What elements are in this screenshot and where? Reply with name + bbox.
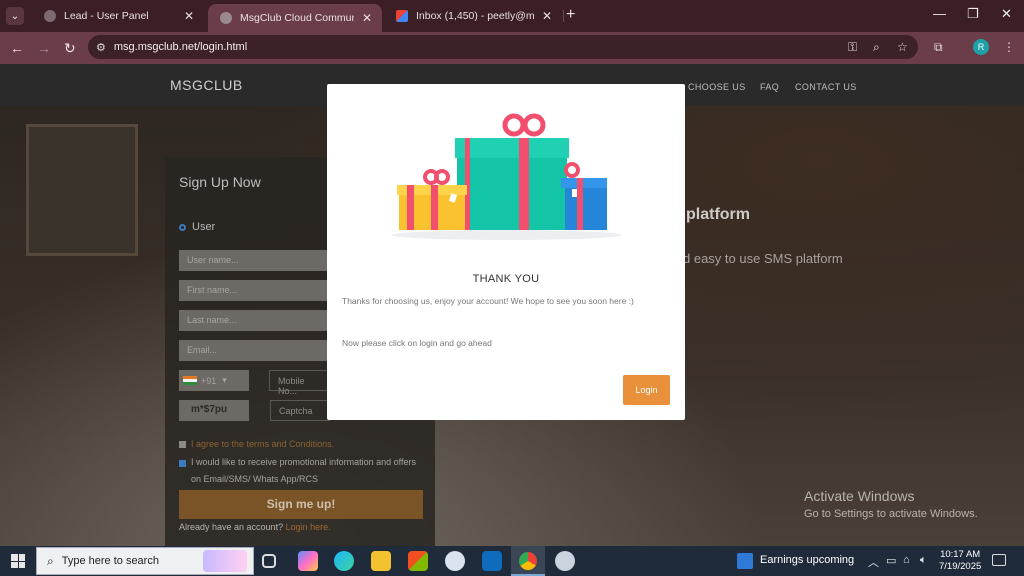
task-view-icon[interactable] [262,554,276,568]
nav-link-choose-us[interactable]: CHOOSE US [688,82,746,92]
tab-title: MsgClub Cloud Communicatio [240,12,354,24]
reload-icon[interactable]: ↻ [64,40,76,57]
microsoft-store-icon[interactable] [408,551,428,571]
tab-divider [563,10,564,22]
login-button[interactable]: Login [623,375,670,405]
clock-date: 7/19/2025 [939,561,982,572]
thank-you-modal: THANK YOU Thanks for choosing us, enjoy … [327,84,685,420]
app-icon[interactable] [445,551,465,571]
notification-icon[interactable] [992,554,1006,566]
close-tab-icon[interactable]: ✕ [362,11,372,25]
globe-icon [220,12,232,24]
search-highlight-image [203,550,247,572]
display-icon[interactable]: ▭ [886,554,896,567]
hero-subtitle: d easy to use SMS platform [683,251,843,266]
forward-icon[interactable]: → [37,40,51,56]
modal-title: THANK YOU [472,273,540,285]
windows-start-icon[interactable] [11,554,25,568]
outlook-icon[interactable] [482,551,502,571]
minimize-icon[interactable]: — [933,6,946,21]
hero-title: platform [686,206,750,223]
captcha-field[interactable]: Captcha [270,400,330,421]
modal-instruction-text: Now please click on login and go ahead [342,338,492,348]
mobile-field[interactable]: Mobile No... [269,370,329,396]
tab-title: Inbox (1,450) - peetly@msgclub [416,10,534,22]
volume-icon[interactable]: 🔈︎ [920,554,927,567]
nav-link-faq[interactable]: FAQ [760,82,779,92]
promo-checkbox[interactable] [179,460,186,467]
taskbar-search-box[interactable]: ⌕ Type here to search [36,547,254,575]
back-icon[interactable]: ← [10,40,24,56]
nav-link-contact-us[interactable]: CONTACT US [795,82,857,92]
login-prompt-text: Already have an account? [179,522,284,532]
profile-initial: R [977,42,985,52]
globe-icon [44,10,56,22]
copilot-icon[interactable] [298,551,318,571]
tab-msgclub[interactable]: MsgClub Cloud Communicatio ✕ [208,4,382,32]
menu-kebab-icon[interactable]: ⋮ [1003,40,1015,54]
chrome-taskbar-button[interactable] [511,546,545,576]
profile-avatar[interactable]: R [973,39,989,55]
user-radio[interactable] [179,224,186,231]
gmail-icon [396,10,408,22]
tray-chevron-icon[interactable]: ︿ [868,554,879,570]
url-text: msg.msgclub.net/login.html [113,41,248,53]
watermark-line2: Go to Settings to activate Windows. [804,508,978,520]
app-icon[interactable] [555,551,575,571]
site-brand-logo[interactable]: MSGCLUB [170,77,243,93]
edge-icon[interactable] [334,551,354,571]
tab-lead-user-panel[interactable]: Lead - User Panel ✕ [32,4,204,28]
activate-windows-watermark: Activate Windows Go to Settings to activ… [804,488,978,520]
login-prompt: Already have an account? Login here. [179,522,331,532]
close-tab-icon[interactable]: ✕ [184,9,194,23]
taskbar-clock[interactable]: 10:17 AM 7/19/2025 [939,549,981,573]
news-chart-icon[interactable] [737,553,753,569]
password-key-icon[interactable]: ⚿ [848,40,857,55]
login-here-link[interactable]: Login here. [286,522,331,532]
clock-time: 10:17 AM [940,549,981,560]
dropdown-caret-icon: ▾ [222,375,227,385]
tab-search-chevron-icon[interactable]: ⌄ [6,7,24,25]
wall-frame-image [26,124,138,256]
user-radio-label: User [192,221,216,233]
terms-link[interactable]: I agree to the terms and Conditions. [191,436,421,453]
close-tab-icon[interactable]: ✕ [542,9,552,23]
promo-label: I would like to receive promotional info… [191,457,416,484]
country-code-select[interactable]: +91 ▾ [179,370,249,391]
address-bar[interactable]: ⚙ msg.msgclub.net/login.html [88,35,918,59]
extensions-icon[interactable]: ⧉ [934,40,943,55]
close-window-icon[interactable]: ✕ [1001,6,1012,22]
india-flag-icon [183,376,197,385]
country-code-value: +91 [201,375,217,386]
tab-gmail-inbox[interactable]: Inbox (1,450) - peetly@msgclub ✕ [384,4,562,28]
windows-taskbar: ⌕ Type here to search Earnings upcoming … [0,546,1024,576]
signup-title: Sign Up Now [179,174,261,190]
file-explorer-icon[interactable] [371,551,391,571]
captcha-image: m*$7pu [179,400,249,421]
watermark-line1: Activate Windows [804,488,915,504]
network-icon[interactable]: ⌂ [903,554,910,566]
site-info-icon[interactable]: ⚙ [96,41,106,54]
news-widget-text[interactable]: Earnings upcoming [760,554,854,566]
tab-title: Lead - User Panel [64,10,149,22]
zoom-icon[interactable]: ⌕ [873,40,880,55]
restore-icon[interactable]: ❐ [967,6,979,22]
search-placeholder: Type here to search [61,555,159,567]
terms-checkbox[interactable] [179,441,186,448]
bookmark-star-icon[interactable]: ☆ [897,40,908,54]
modal-thanks-text: Thanks for choosing us, enjoy your accou… [342,296,634,306]
chrome-icon [519,552,537,570]
new-tab-icon[interactable]: + [566,6,575,24]
gift-boxes-illustration [392,113,622,240]
search-icon: ⌕ [47,553,54,568]
sign-me-up-button[interactable]: Sign me up! [179,490,423,519]
